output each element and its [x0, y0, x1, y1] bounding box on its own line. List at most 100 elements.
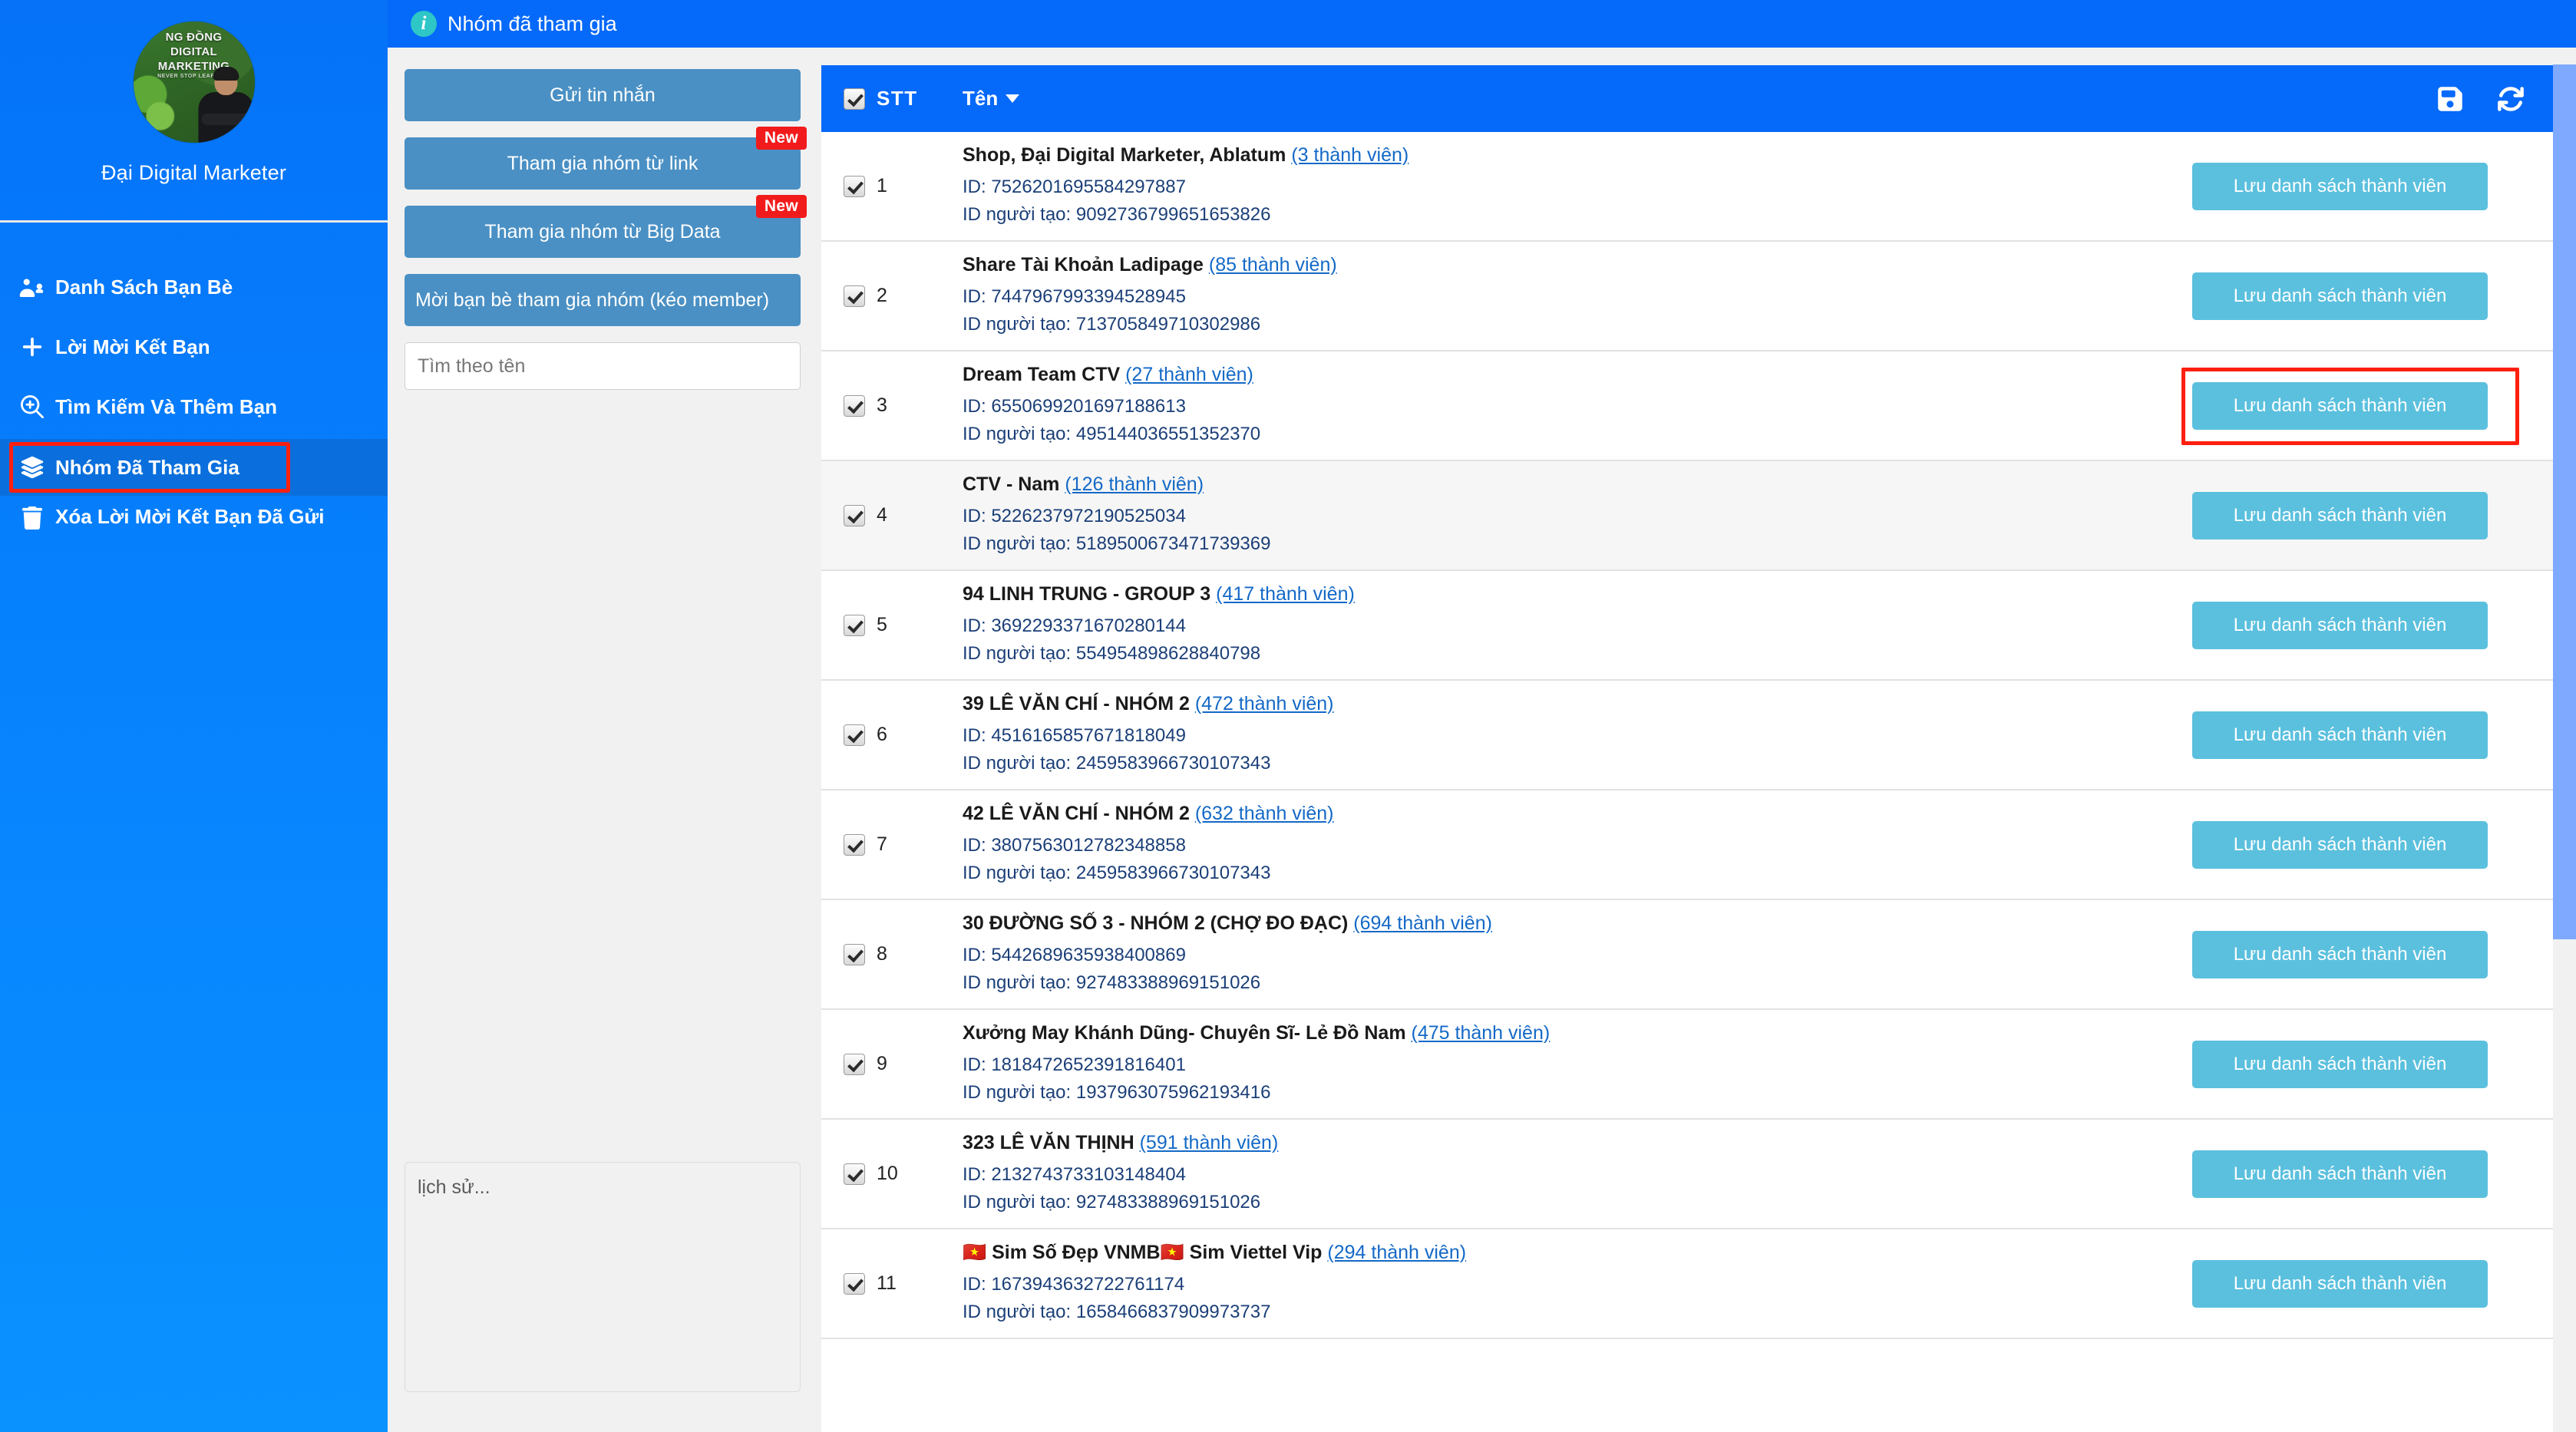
- save-member-list-button[interactable]: Lưu danh sách thành viên: [2192, 272, 2488, 320]
- member-count-link[interactable]: (3 thành viên): [1291, 144, 1409, 166]
- row-checkbox[interactable]: [844, 504, 865, 526]
- join-group-from-link-button[interactable]: Tham gia nhóm từ link New: [405, 127, 807, 190]
- member-count-link[interactable]: (694 thành viên): [1353, 912, 1492, 934]
- member-count-link[interactable]: (417 thành viên): [1216, 583, 1355, 605]
- app-root: NG ĐỒNG DIGITAL MARKETING NEVER STOP LEA…: [0, 0, 2576, 1432]
- group-creator-id: ID người tạo: 713705849710302986: [963, 314, 1261, 335]
- row-checkbox[interactable]: [844, 1163, 865, 1185]
- action-panel: Gửi tin nhắn Tham gia nhóm từ link New T…: [388, 48, 817, 1432]
- member-count-link[interactable]: (632 thành viên): [1195, 803, 1334, 824]
- group-id: ID: 7447967993394528945: [963, 286, 1186, 307]
- sidebar-item-friend-requests[interactable]: Lời Mời Kết Bạn: [0, 327, 388, 367]
- group-name-part1: Sim Số Đẹp VNMB: [992, 1242, 1161, 1263]
- row-checkbox-cell: [832, 614, 877, 636]
- table-row[interactable]: 2 Share Tài Khoản Ladipage (85 thành viê…: [821, 242, 2553, 351]
- sidebar-item-label: Tìm Kiếm Và Thêm Bạn: [55, 394, 277, 418]
- row-action-cell: Lưu danh sách thành viên: [2192, 162, 2553, 210]
- group-creator-id: ID người tạo: 9092736799651653826: [963, 204, 1271, 225]
- sidebar-item-friends-list[interactable]: Danh Sách Bạn Bè: [0, 267, 388, 307]
- table-row[interactable]: 1 Shop, Đại Digital Marketer, Ablatum (3…: [821, 132, 2553, 242]
- row-action-cell: Lưu danh sách thành viên: [2192, 820, 2553, 869]
- history-textarea[interactable]: [405, 1162, 801, 1392]
- member-count-link[interactable]: (472 thành viên): [1195, 693, 1334, 714]
- select-all-cell: [832, 87, 877, 110]
- new-badge: New: [755, 195, 807, 218]
- row-checkbox[interactable]: [844, 943, 865, 965]
- save-member-list-button[interactable]: Lưu danh sách thành viên: [2192, 381, 2488, 430]
- vertical-scrollbar[interactable]: [2553, 48, 2576, 1432]
- scrollbar-thumb[interactable]: [2553, 64, 2576, 939]
- group-name-part2: Sim Viettel Vip: [1189, 1242, 1323, 1263]
- group-id: ID: 3692293371670280144: [963, 615, 1186, 636]
- group-name: 323 LÊ VĂN THỊNH (591 thành viên): [963, 1132, 1279, 1153]
- invite-friends-to-group-button[interactable]: Mời bạn bè tham gia nhóm (kéo member): [405, 274, 801, 326]
- member-count-link[interactable]: (126 thành viên): [1065, 473, 1204, 495]
- save-member-list-button[interactable]: Lưu danh sách thành viên: [2192, 711, 2488, 759]
- sidebar-item-label: Lời Mời Kết Bạn: [55, 335, 210, 358]
- floppy-disk-icon[interactable]: [2436, 85, 2464, 113]
- table-row[interactable]: 10 323 LÊ VĂN THỊNH (591 thành viên) ID:…: [821, 1120, 2553, 1229]
- button-label: Tham gia nhóm từ Big Data: [484, 220, 721, 243]
- save-member-list-button[interactable]: Lưu danh sách thành viên: [2192, 491, 2488, 539]
- table-row[interactable]: 7 42 LÊ VĂN CHÍ - NHÓM 2 (632 thành viên…: [821, 790, 2553, 900]
- table-row[interactable]: 9 Xưởng May Khánh Dũng- Chuyên Sĩ- Lẻ Đồ…: [821, 1010, 2553, 1120]
- member-count-link[interactable]: (85 thành viên): [1209, 254, 1337, 276]
- save-member-list-button[interactable]: Lưu danh sách thành viên: [2192, 1150, 2488, 1198]
- row-checkbox-cell: [832, 1053, 877, 1075]
- member-count-link[interactable]: (591 thành viên): [1140, 1132, 1279, 1153]
- row-checkbox[interactable]: [844, 614, 865, 636]
- info-icon: i: [411, 11, 437, 37]
- save-member-list-button[interactable]: Lưu danh sách thành viên: [2192, 930, 2488, 978]
- sidebar-item-delete-sent-requests[interactable]: Xóa Lời Mời Kết Bạn Đã Gửi: [0, 503, 388, 543]
- profile-name: Đại Digital Marketer: [101, 161, 287, 184]
- send-message-button[interactable]: Gửi tin nhắn: [405, 69, 801, 121]
- row-checkbox[interactable]: [844, 175, 865, 197]
- member-count-link[interactable]: (27 thành viên): [1125, 364, 1253, 385]
- row-checkbox[interactable]: [844, 1272, 865, 1295]
- row-info: 323 LÊ VĂN THỊNH (591 thành viên) ID: 21…: [963, 1131, 2192, 1216]
- search-input[interactable]: [405, 342, 801, 390]
- group-id: ID: 3807563012782348858: [963, 835, 1186, 856]
- save-member-list-button[interactable]: Lưu danh sách thành viên: [2192, 601, 2488, 649]
- refresh-icon[interactable]: [2496, 85, 2525, 113]
- save-member-list-button[interactable]: Lưu danh sách thành viên: [2192, 1259, 2488, 1308]
- sidebar-item-joined-groups[interactable]: Nhóm Đã Tham Gia: [0, 439, 388, 496]
- member-count-link[interactable]: (475 thành viên): [1412, 1022, 1551, 1044]
- save-member-list-button[interactable]: Lưu danh sách thành viên: [2192, 820, 2488, 869]
- table-header-actions: [2436, 85, 2525, 113]
- member-count-link[interactable]: (294 thành viên): [1327, 1242, 1466, 1263]
- group-name: Share Tài Khoản Ladipage (85 thành viên): [963, 254, 1337, 276]
- select-all-checkbox[interactable]: [844, 87, 865, 110]
- users-icon: [17, 277, 48, 297]
- row-checkbox-cell: [832, 504, 877, 526]
- trash-icon: [17, 506, 48, 530]
- button-label: Mời bạn bè tham gia nhóm (kéo member): [415, 289, 770, 311]
- table-row[interactable]: 6 39 LÊ VĂN CHÍ - NHÓM 2 (472 thành viên…: [821, 681, 2553, 790]
- join-group-from-bigdata-button[interactable]: Tham gia nhóm từ Big Data New: [405, 195, 807, 258]
- column-header-ten[interactable]: Tên: [963, 87, 1020, 111]
- row-action-cell: Lưu danh sách thành viên: [2192, 1150, 2553, 1198]
- group-name: 30 ĐƯỜNG SỐ 3 - NHÓM 2 (CHỢ ĐO ĐẠC) (694…: [963, 912, 1492, 934]
- row-index: 4: [877, 504, 887, 526]
- group-creator-id: ID người tạo: 2459583966730107343: [963, 753, 1271, 774]
- table-row[interactable]: 8 30 ĐƯỜNG SỐ 3 - NHÓM 2 (CHỢ ĐO ĐẠC) (6…: [821, 900, 2553, 1010]
- save-member-list-button[interactable]: Lưu danh sách thành viên: [2192, 1040, 2488, 1088]
- table-row[interactable]: 11 🇻🇳 Sim Số Đẹp VNMB🇻🇳 Sim Viettel Vip …: [821, 1229, 2553, 1339]
- chevron-down-icon[interactable]: [1006, 94, 1020, 103]
- row-checkbox[interactable]: [844, 285, 865, 307]
- button-label: Gửi tin nhắn: [550, 84, 656, 106]
- group-creator-id: ID người tạo: 1658466837909973737: [963, 1302, 1271, 1322]
- row-checkbox[interactable]: [844, 833, 865, 856]
- row-checkbox-cell: [832, 394, 877, 417]
- row-checkbox[interactable]: [844, 1053, 865, 1075]
- save-member-list-button[interactable]: Lưu danh sách thành viên: [2192, 162, 2488, 210]
- table-row[interactable]: 4 CTV - Nam (126 thành viên) ID: 5226237…: [821, 461, 2553, 571]
- row-checkbox[interactable]: [844, 724, 865, 746]
- row-checkbox[interactable]: [844, 394, 865, 417]
- row-action-cell: Lưu danh sách thành viên: [2192, 1259, 2553, 1308]
- table-row[interactable]: 3 Dream Team CTV (27 thành viên) ID: 655…: [821, 351, 2553, 461]
- row-checkbox-cell: [832, 1163, 877, 1185]
- table-row[interactable]: 5 94 LINH TRUNG - GROUP 3 (417 thành viê…: [821, 571, 2553, 681]
- top-bar: i Nhóm đã tham gia: [388, 0, 2576, 48]
- sidebar-item-search-add-friend[interactable]: Tìm Kiếm Và Thêm Bạn: [0, 387, 388, 427]
